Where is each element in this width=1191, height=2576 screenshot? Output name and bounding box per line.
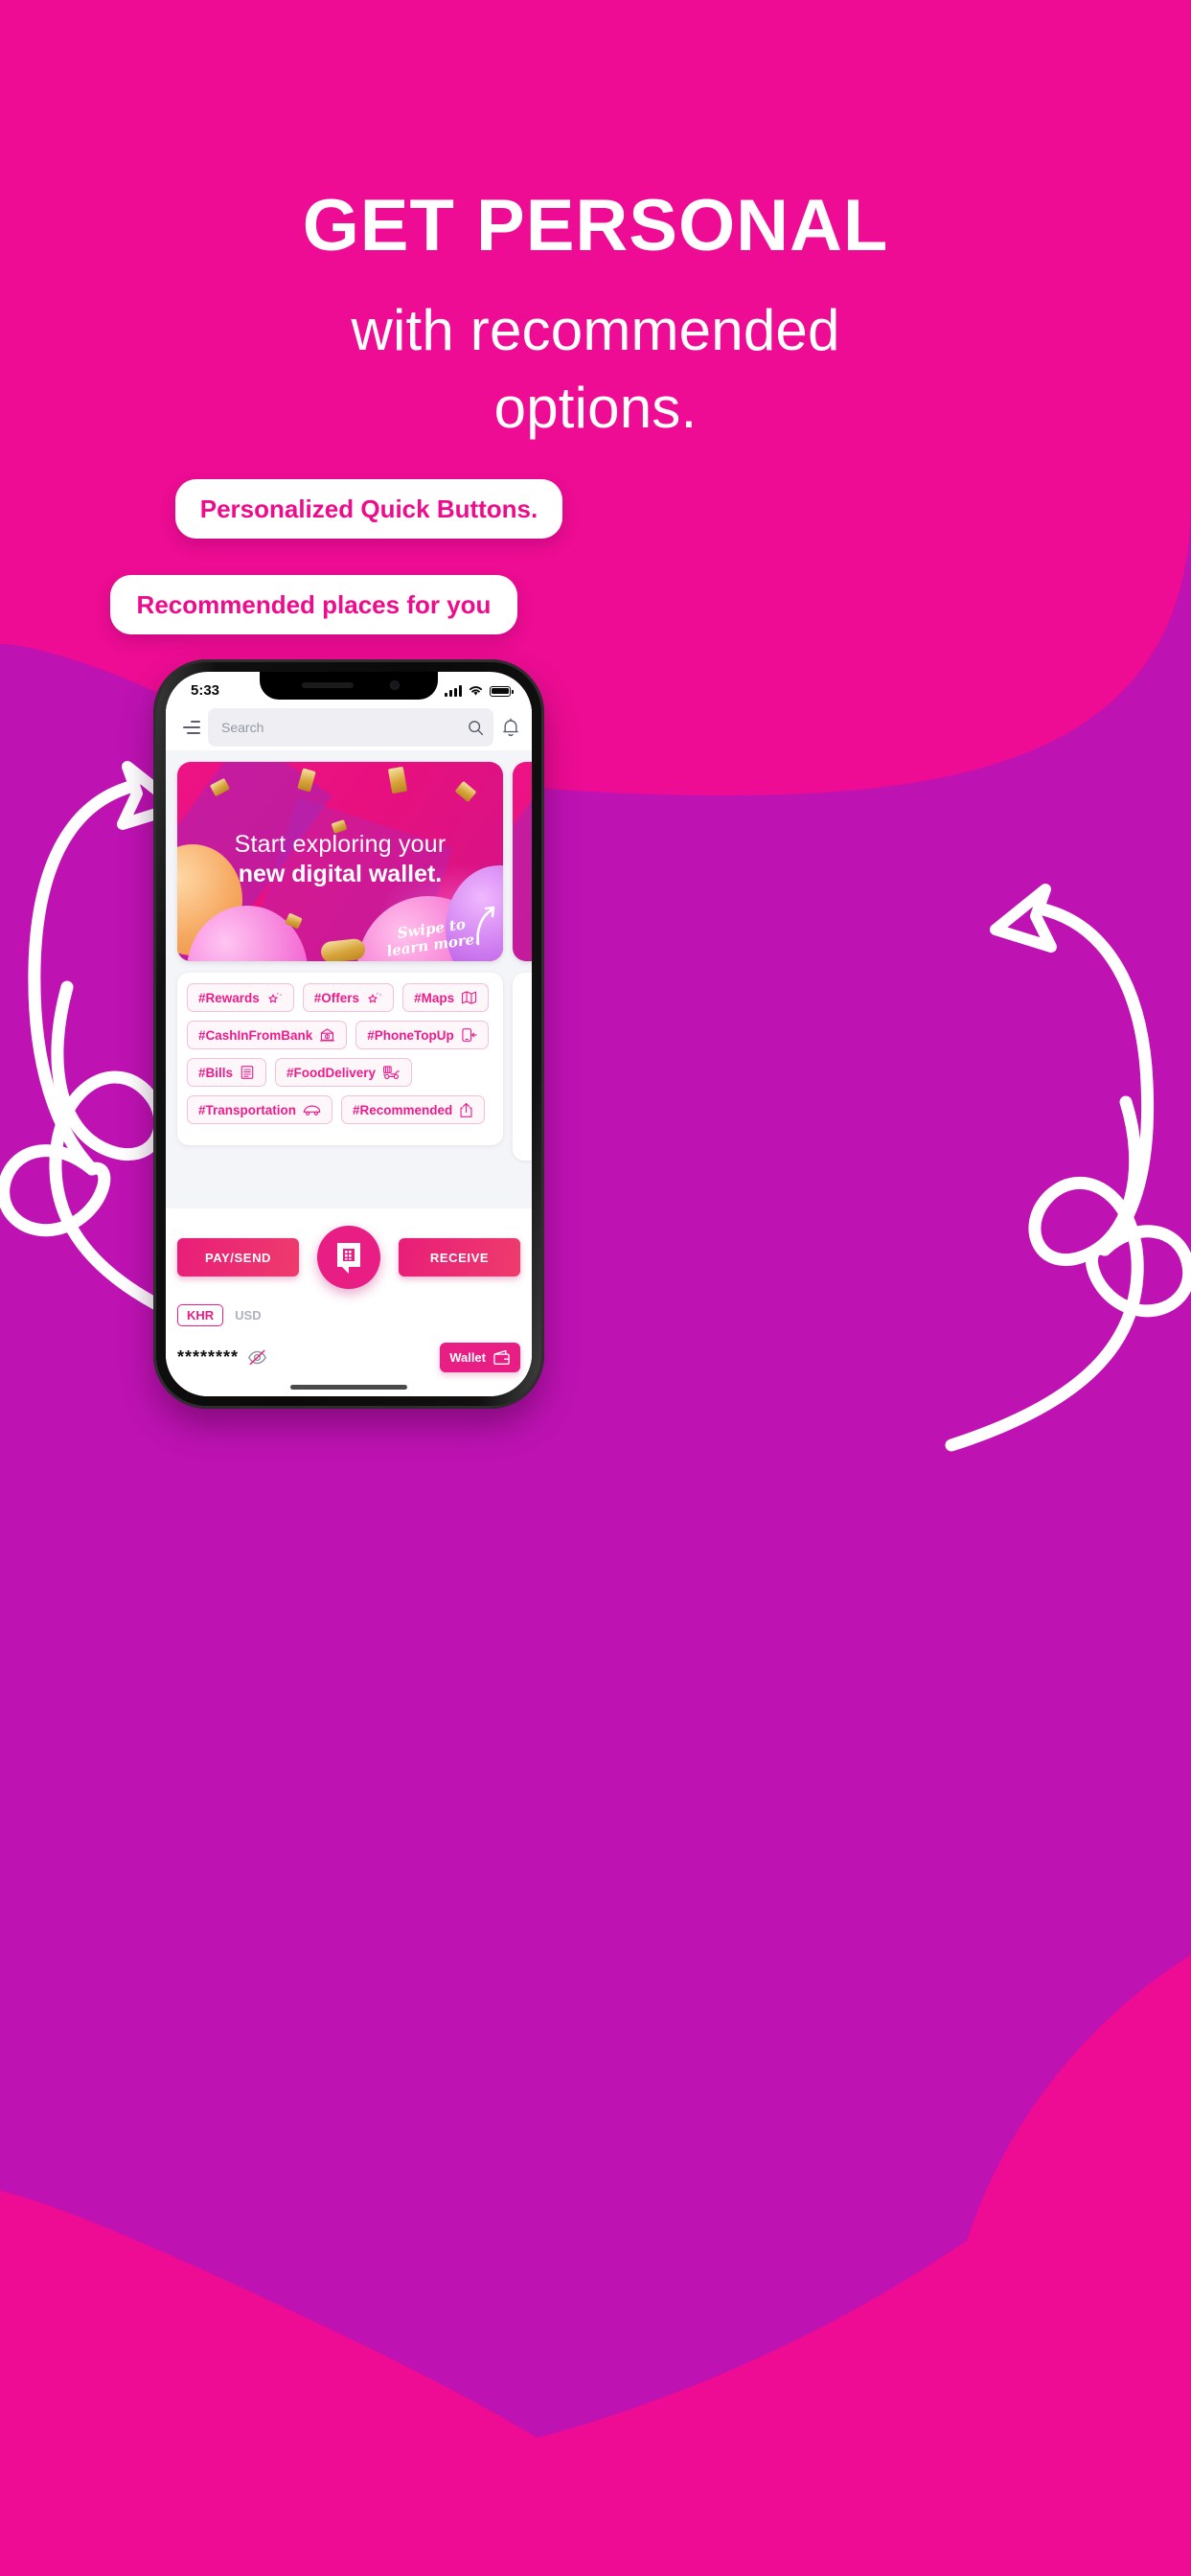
receive-label: RECEIVE	[429, 1250, 490, 1265]
callout-recommended-places[interactable]: Recommended places for you	[110, 575, 517, 634]
phone-screen: 5:33 Search Start exploring your new dig…	[166, 672, 532, 1396]
chip-label: #Rewards	[198, 990, 260, 1005]
page-title: GET PERSONAL	[302, 185, 889, 266]
callout-personalized-quick-buttons[interactable]: Personalized Quick Buttons.	[175, 479, 562, 539]
wallet-button[interactable]: Wallet	[440, 1343, 520, 1372]
car-icon	[303, 1105, 321, 1116]
chip-row: #Bills #FoodDelivery	[187, 1058, 493, 1087]
right-arrowhead-icon	[990, 884, 1057, 953]
chip-label: #PhoneTopUp	[367, 1027, 454, 1043]
phone-mockup: 5:33 Search Start exploring your new dig…	[153, 659, 544, 1409]
right-swirl-lower	[945, 1095, 1144, 1452]
battery-full-icon	[490, 685, 514, 697]
wallet-label: Wallet	[449, 1350, 486, 1365]
page-subtitle-line1: with recommended	[351, 297, 840, 362]
hero-header: GET PERSONAL with recommended options.	[0, 0, 1191, 447]
confetti-piece	[387, 766, 408, 794]
chip-cash-in-from-bank[interactable]: #CashInFromBank	[187, 1021, 348, 1049]
chip-phone-top-up[interactable]: #PhoneTopUp	[355, 1021, 489, 1049]
balance-row: ******** Wallet	[177, 1343, 520, 1372]
currency-khr-option[interactable]: KHR	[177, 1304, 224, 1326]
app-content: Search Start exploring your new digital …	[166, 704, 532, 1396]
bank-icon	[320, 1028, 335, 1042]
status-time: 5:33	[191, 681, 220, 699]
promo-banner-card[interactable]: Start exploring your new digital wallet.…	[177, 762, 503, 961]
callout-label: Recommended places for you	[136, 589, 492, 619]
balance-text: ********	[177, 1347, 240, 1367]
chip-row: #CashInFromBank #PhoneTopUp	[187, 1021, 493, 1049]
wallet-icon	[493, 1349, 510, 1365]
cellular-bars-icon	[445, 684, 462, 697]
currency-toggle[interactable]: KHR USD	[177, 1304, 262, 1326]
chip-offers[interactable]: #Offers	[302, 983, 395, 1012]
chip-label: #Maps	[414, 990, 455, 1005]
chip-row: #Rewards #Offers #Maps	[187, 983, 493, 1012]
chip-row: #Transportation #Recommended	[187, 1095, 493, 1124]
section-divider	[166, 1197, 532, 1208]
star-sparkle-icon	[268, 992, 282, 1003]
promo-banner-card-next[interactable]	[513, 762, 532, 961]
quick-buttons-card-next	[513, 973, 532, 1161]
search-placeholder: Search	[221, 720, 264, 735]
chip-label: #CashInFromBank	[198, 1027, 313, 1043]
hamburger-menu-icon[interactable]	[175, 721, 200, 734]
banner-diagonal-shape	[513, 762, 532, 961]
banner-carousel[interactable]: Start exploring your new digital wallet.…	[166, 762, 532, 961]
receive-button[interactable]: RECEIVE	[399, 1238, 520, 1276]
chip-label: #Recommended	[353, 1102, 453, 1117]
qr-scan-button[interactable]	[317, 1226, 380, 1289]
quick-buttons-card: #Rewards #Offers #Maps #CashInFromBank #…	[177, 973, 503, 1145]
chip-label: #Offers	[313, 990, 360, 1005]
delivery-scooter-icon	[383, 1066, 401, 1080]
currency-usd-option[interactable]: USD	[235, 1308, 261, 1322]
chip-rewards[interactable]: #Rewards	[187, 983, 294, 1012]
search-input[interactable]: Search	[208, 708, 493, 747]
app-top-bar: Search	[166, 704, 532, 750]
wifi-icon	[469, 685, 483, 696]
bill-document-icon	[240, 1066, 254, 1079]
swipe-arrow-icon	[476, 906, 495, 946]
banner-text: Start exploring your new digital wallet.	[177, 831, 503, 888]
page-subtitle-line2: options.	[493, 375, 698, 440]
star-sparkle-icon	[368, 992, 382, 1003]
chip-bills[interactable]: #Bills	[187, 1058, 267, 1087]
callout-label: Personalized Quick Buttons.	[199, 494, 538, 523]
phone-topup-icon	[462, 1028, 477, 1042]
home-indicator[interactable]	[290, 1385, 407, 1390]
pay-send-label: PAY/SEND	[204, 1250, 272, 1265]
bell-icon[interactable]	[501, 718, 520, 738]
bottom-action-zone: PAY/SEND RECEIVE KHR USD ******** Wallet	[166, 1197, 532, 1396]
eye-off-icon[interactable]	[247, 1349, 267, 1366]
search-icon[interactable]	[468, 720, 484, 736]
status-bar: 5:33	[166, 672, 532, 704]
chip-maps[interactable]: #Maps	[402, 983, 490, 1012]
chip-transportation[interactable]: #Transportation	[187, 1095, 333, 1124]
pi-pay-qr-logo-icon	[337, 1243, 360, 1274]
chip-recommended[interactable]: #Recommended	[341, 1095, 486, 1124]
pay-send-button[interactable]: PAY/SEND	[177, 1238, 299, 1276]
balance-masked-value: ********	[177, 1347, 267, 1368]
confetti-ribbon	[319, 937, 367, 961]
banner-line1: Start exploring your	[234, 831, 447, 858]
confetti-piece	[454, 780, 477, 803]
page-subtitle: with recommended options.	[0, 291, 1191, 447]
chip-food-delivery[interactable]: #FoodDelivery	[275, 1058, 413, 1087]
chip-label: #Transportation	[198, 1102, 297, 1117]
banner-line2: new digital wallet.	[238, 861, 443, 887]
chip-label: #Bills	[198, 1065, 234, 1080]
status-indicators	[445, 684, 514, 697]
map-icon	[462, 991, 477, 1004]
chip-label: #FoodDelivery	[286, 1065, 377, 1080]
share-upload-icon	[460, 1102, 472, 1117]
